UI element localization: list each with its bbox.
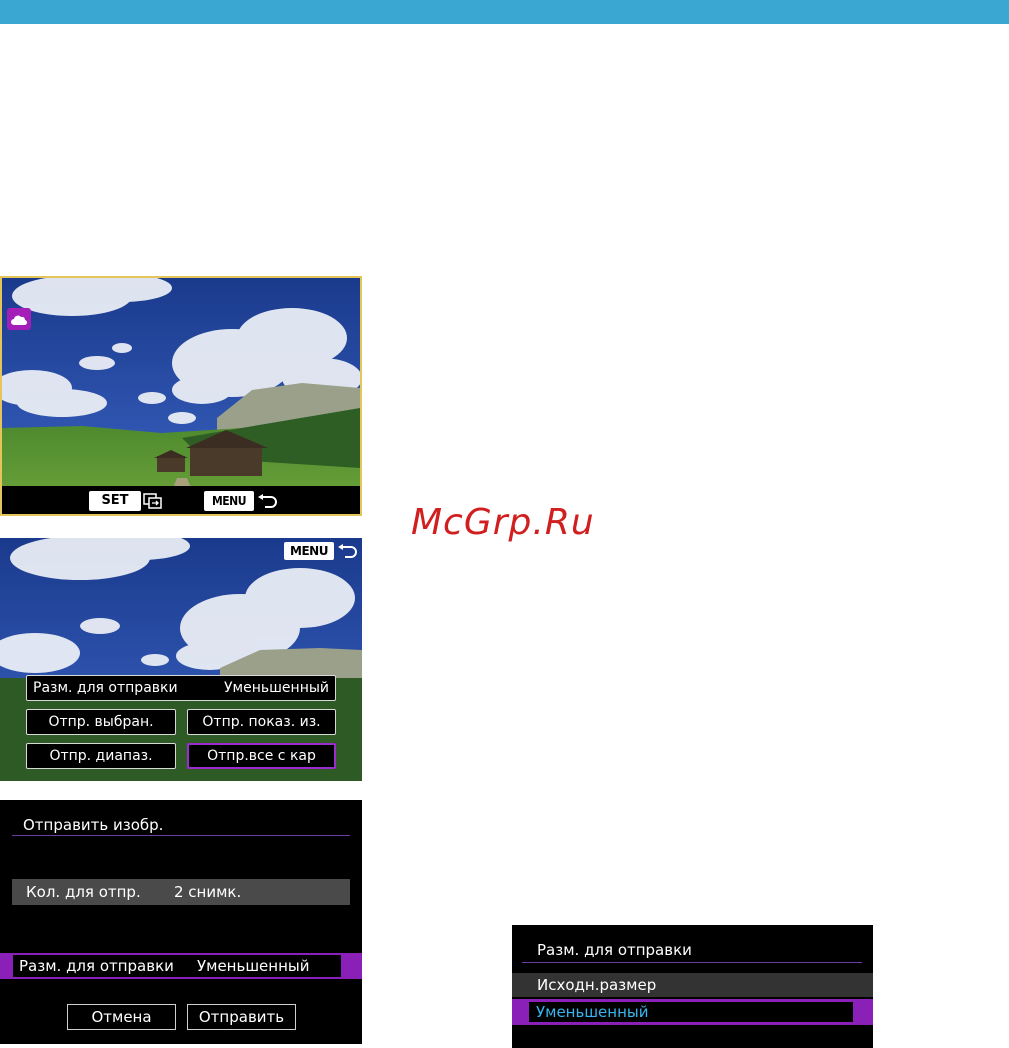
option-label: Уменьшенный xyxy=(536,1003,649,1021)
set-button[interactable]: SET xyxy=(89,491,141,511)
option-original-size[interactable]: Исходн.размер xyxy=(512,973,873,997)
send-range-button[interactable]: Отпр. диапаз. xyxy=(26,743,176,769)
selected-option-field[interactable]: Уменьшенный xyxy=(528,1001,854,1023)
back-arrow-icon xyxy=(258,494,277,508)
title-divider xyxy=(522,962,862,963)
screen-title: Отправить изобр. xyxy=(23,816,164,834)
cancel-button[interactable]: Отмена xyxy=(67,1004,176,1030)
count-label: Кол. для отпр. xyxy=(26,883,141,901)
transfer-icon xyxy=(143,493,162,509)
send-size-label: Разм. для отправки xyxy=(33,680,178,696)
menu-button[interactable]: MENU xyxy=(204,491,254,511)
option-label: Исходн.размер xyxy=(537,976,657,994)
send-button[interactable]: Отправить xyxy=(187,1004,296,1030)
back-arrow-icon xyxy=(338,544,357,558)
send-size-option[interactable]: Разм. для отправки Уменьшенный xyxy=(26,675,336,701)
cloud-icon xyxy=(7,308,31,330)
send-all-button[interactable]: Отпр.все с кар xyxy=(187,743,336,769)
button-guide-strip: SET MENU xyxy=(2,486,360,514)
send-selected-button[interactable]: Отпр. выбран. xyxy=(26,709,176,735)
option-reduced-size[interactable]: Уменьшенный xyxy=(512,999,873,1025)
send-size-row[interactable]: Разм. для отправки Уменьшенный xyxy=(0,953,362,979)
menu-button[interactable]: MENU xyxy=(284,542,334,560)
title-divider xyxy=(12,835,350,836)
landscape-photo xyxy=(2,278,360,514)
screen-title: Разм. для отправки xyxy=(537,941,692,959)
send-size-value: Уменьшенный xyxy=(197,957,310,975)
send-shown-button[interactable]: Отпр. показ. из. xyxy=(187,709,336,735)
camera-screen-send-images: Отправить изобр. Кол. для отпр. 2 снимк.… xyxy=(0,800,362,1044)
count-value: 2 снимк. xyxy=(174,883,242,901)
watermark-logo: McGrp.Ru xyxy=(411,502,595,543)
camera-screen-size-select: Разм. для отправки Исходн.размер Уменьше… xyxy=(512,925,873,1048)
count-row: Кол. для отпр. 2 снимк. xyxy=(12,879,350,905)
camera-screen-photo: SET MENU xyxy=(0,276,362,516)
send-size-field[interactable]: Разм. для отправки Уменьшенный xyxy=(12,954,342,978)
send-size-value: Уменьшенный xyxy=(224,680,329,696)
send-size-label: Разм. для отправки xyxy=(19,957,174,975)
camera-screen-send-options: MENU Разм. для отправки Уменьшенный Отпр… xyxy=(0,538,362,781)
header-bar xyxy=(0,0,1009,24)
